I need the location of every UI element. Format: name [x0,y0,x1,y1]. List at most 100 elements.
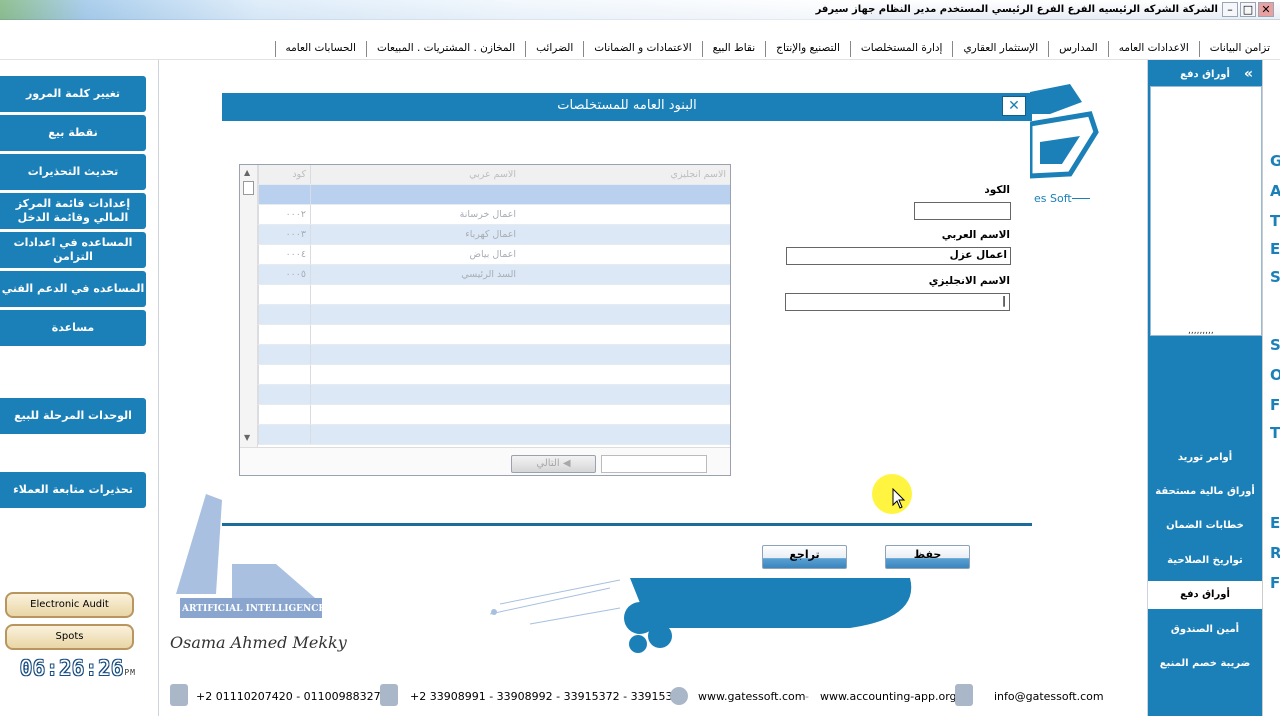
financial-statement-settings-button[interactable]: إعدادات قائمة المركز المالي وقائمة الدخل [0,193,146,229]
table-row[interactable]: ٠٠٠٣ اعمال كهرباء [258,225,730,245]
code-field[interactable] [914,202,1011,220]
pos-button[interactable]: نقطة بيع [0,115,146,151]
undo-button[interactable]: تراجع [762,545,847,569]
withholding-tax-item[interactable]: ضريبة خصم المنبع [1148,650,1262,678]
due-securities-item[interactable]: أوراق مالية مستحقة [1148,478,1262,506]
menu-item-10[interactable]: تزامن البيانات [1198,41,1280,57]
edge-letter: S [1270,336,1280,354]
mobile-numbers: +2 01110207420 - 01100988327 [196,690,381,703]
update-warnings-button[interactable]: تحديث التحذيرات [0,154,146,190]
grid-search-field[interactable] [601,455,707,473]
units-for-sale-button[interactable]: الوحدات المرحلة للبيع [0,398,146,434]
scroll-up-icon[interactable]: ▲ [244,168,250,177]
scroll-thumb[interactable] [243,181,254,195]
table-row[interactable] [258,385,730,405]
menu-item-2[interactable]: الضرائب [525,41,583,57]
phone-numbers: +2 33908991 - 33908992 - 33915372 - 3391… [410,690,687,703]
dash-separator: - [805,690,809,703]
table-row[interactable] [258,345,730,365]
arabic-name-field[interactable]: اعمال عزل [786,247,1011,265]
table-row[interactable] [258,285,730,305]
grid-cell [520,345,730,364]
mobile-icon [170,684,188,706]
change-password-button[interactable]: تغيير كلمة المرور [0,76,146,112]
help-button[interactable]: مساعدة [0,310,146,346]
save-button[interactable]: حفظ [885,545,970,569]
menu-item-8[interactable]: المدارس [1048,41,1108,57]
table-row[interactable]: ٠٠٠٤ اعمال بياض [258,245,730,265]
grid-cell [258,325,310,344]
globe-icon [670,687,688,705]
payment-papers-item[interactable]: أوراق دفع [1148,581,1262,609]
guarantee-letters-item[interactable]: خطابات الضمان [1148,512,1262,540]
table-row[interactable] [258,365,730,385]
menu-item-7[interactable]: الإستثمار العقاري [952,41,1048,57]
table-row[interactable]: ٠٠٠٢ اعمال خرسانة [258,205,730,225]
menu-item-5[interactable]: التصنيع والإنتاج [765,41,850,57]
grid-rows: كود الاسم عربي الاسم انجليزي ٠٠٠٢ اعمال خرسا… [258,165,730,445]
grid-header-row[interactable]: كود الاسم عربي الاسم انجليزي [258,165,730,185]
button-label: المساعده في اعدادات التزامن [13,236,133,263]
edge-letter: S [1270,268,1280,286]
menu-item-4[interactable]: نقاط البيع [701,41,766,57]
edge-letter: E [1270,240,1280,258]
scroll-down-icon[interactable]: ▼ [244,433,250,442]
button-label: المساعده في الدعم الفني [1,282,145,295]
support-help-button[interactable]: المساعده في الدعم الفني [0,271,146,307]
menu-item-0[interactable]: الحسابات العامه [274,41,366,57]
table-row[interactable] [258,305,730,325]
dialog-close-button[interactable]: ✕ [1002,96,1026,116]
grid-scrollbar[interactable]: ▲ ▼ [240,165,258,447]
purchase-orders-item[interactable]: أوامر توريد [1148,444,1262,472]
items-grid[interactable]: ▲ ▼ كود الاسم عربي الاسم انجليزي ٠٠٠٢ اعمال … [239,164,731,476]
electronic-audit-button[interactable]: Electronic Audit [5,592,134,618]
right-panel: « أوراق دفع ,,,,,,,,, أوامر توريد أوراق … [1148,60,1262,716]
menu-item-3[interactable]: الاعتمادات و الضمانات [583,41,701,57]
table-row[interactable] [258,405,730,425]
grid-cell: ٠٠٠٥ [258,265,310,284]
edge-letter: T [1270,424,1280,442]
gates-logo-graphic [1030,84,1099,179]
arabic-name-label: الاسم العربي [941,229,1010,241]
table-row[interactable]: ٠٠٠٥ السد الرئيسي [258,265,730,285]
grid-cell [520,385,730,404]
grid-cell [310,345,520,364]
button-label: تغيير كلمة المرور [25,87,121,100]
expiry-dates-item[interactable]: تواريخ الصلاحية [1148,547,1262,575]
grid-cell [520,425,730,444]
close-window-button[interactable]: ✕ [1258,2,1274,17]
customer-followup-warnings-button[interactable]: تحذيرات متابعة العملاء [0,472,146,508]
main-menu: الحسابات العامه المخازن . المشتريات . الم… [274,41,1280,57]
title-bar-background [0,0,860,20]
menu-item-9[interactable]: الاعدادات العامه [1107,41,1199,57]
grid-cell [258,385,310,404]
right-panel-header: أوراق دفع [1180,69,1230,80]
table-row[interactable] [258,185,730,205]
menu-item-6[interactable]: إدارة المستخلصات [849,41,953,57]
grid-cell: اعمال كهرباء [310,225,520,244]
cashier-item[interactable]: أمين الصندوق [1148,616,1262,644]
edge-letter: O [1270,366,1280,384]
table-row[interactable] [258,325,730,345]
sync-help-button[interactable]: المساعده في اعدادات التزامن [0,232,146,268]
grid-cell: ٠٠٠٤ [258,245,310,264]
english-name-field[interactable]: | [785,293,1010,311]
grid-cell: اعمال بياض [310,245,520,264]
menu-item-1[interactable]: المخازن . المشتريات . المبيعات [365,41,525,57]
website-link[interactable]: www.gatessoft.com [698,690,805,703]
next-button[interactable]: ◀ التالي [511,455,596,473]
spots-button[interactable]: Spots [5,624,134,650]
clock-time: 06:26:26 [20,656,125,680]
grid-cell [520,405,730,424]
table-row[interactable] [258,425,730,445]
grid-cell [310,425,520,444]
edge-letter: T [1270,212,1280,230]
right-panel-dots: ,,,,,,,,, [1188,326,1214,336]
grid-cell: الاسم عربي [310,165,520,184]
grid-cell [520,265,730,284]
digital-clock: 06:26:26PM [20,656,136,680]
maximize-button[interactable]: □ [1240,2,1256,17]
website-link-2[interactable]: www.accounting-app.org [820,690,957,703]
minimize-button[interactable]: – [1222,2,1238,17]
email-link[interactable]: info@gatessoft.com [994,690,1104,703]
